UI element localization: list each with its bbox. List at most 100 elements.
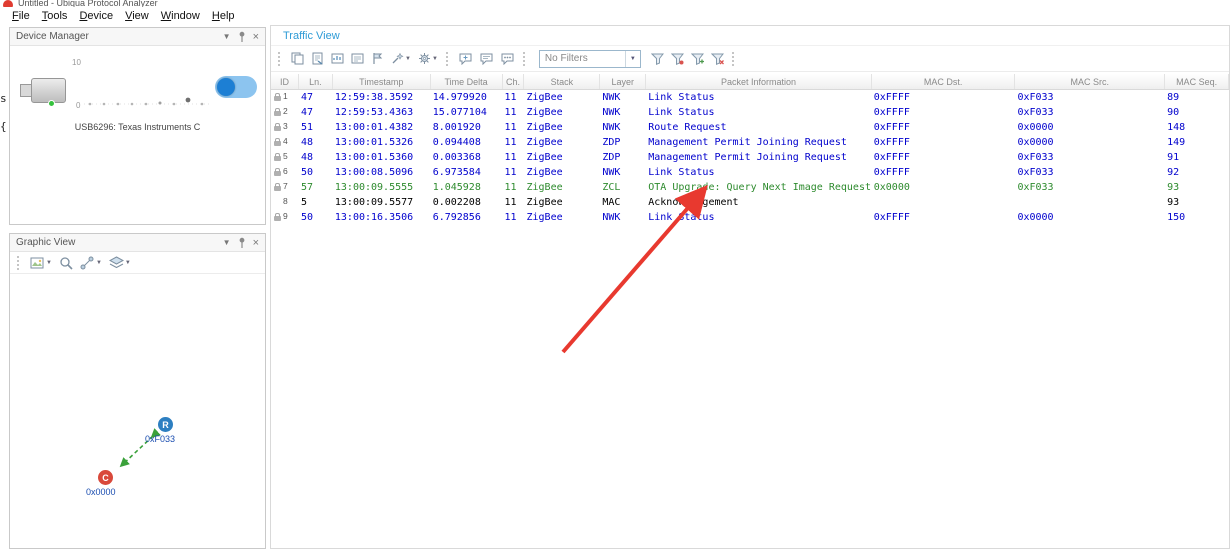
pin-icon[interactable] [238, 237, 246, 248]
cell-mac-dst[interactable]: 0xFFFF [872, 122, 1016, 133]
cell-stack[interactable]: ZigBee [524, 212, 600, 223]
comment-icon[interactable] [478, 52, 496, 66]
topology-icon[interactable]: ▼ [78, 255, 104, 271]
cell-channel[interactable]: 11 [503, 167, 525, 178]
cell-time-delta[interactable]: 15.077104 [431, 107, 503, 118]
cell-mac-src[interactable]: 0xF033 [1015, 167, 1165, 178]
table-row[interactable]: 5 48 13:00:01.5360 0.003368 11 ZigBee ZD… [271, 150, 1229, 165]
cell-timestamp[interactable]: 13:00:09.5555 [333, 182, 431, 193]
menu-help[interactable]: Help [206, 9, 241, 23]
cell-packet-info[interactable]: Management Permit Joining Request [646, 152, 872, 163]
column-header-time-delta[interactable]: Time Delta [431, 74, 503, 89]
cell-layer[interactable]: MAC [600, 197, 646, 208]
apply-filter-icon[interactable] [649, 51, 666, 66]
edit-filters-icon[interactable] [689, 51, 706, 66]
cell-time-delta[interactable]: 1.045928 [431, 182, 503, 193]
cell-channel[interactable]: 11 [503, 107, 525, 118]
table-row[interactable]: 6 50 13:00:08.5096 6.973584 11 ZigBee NW… [271, 165, 1229, 180]
cell-mac-seq[interactable]: 150 [1165, 212, 1229, 223]
clear-filter-icon[interactable] [709, 51, 726, 66]
cell-time-delta[interactable]: 14.979920 [431, 92, 503, 103]
cell-ln[interactable]: 5 [299, 197, 333, 208]
column-header-mac-src[interactable]: MAC Src. [1015, 74, 1166, 89]
cell-stack[interactable]: ZigBee [524, 92, 600, 103]
cell-mac-seq[interactable]: 91 [1165, 152, 1229, 163]
cell-time-delta[interactable]: 8.001920 [431, 122, 503, 133]
quick-filter-icon[interactable] [669, 51, 686, 66]
cell-packet-info[interactable]: Management Permit Joining Request [646, 137, 872, 148]
settings-gear-icon[interactable]: ▼ [416, 51, 440, 66]
cell-mac-seq[interactable]: 148 [1165, 122, 1229, 133]
cell-layer[interactable]: ZCL [600, 182, 646, 193]
cell-layer[interactable]: NWK [600, 92, 646, 103]
decrypt-wand-icon[interactable]: ▼ [389, 51, 413, 66]
cell-layer[interactable]: NWK [600, 107, 646, 118]
toolbar-drag-handle[interactable] [445, 51, 451, 66]
pin-icon[interactable] [238, 31, 246, 42]
cell-timestamp[interactable]: 13:00:08.5096 [333, 167, 431, 178]
cell-channel[interactable]: 11 [503, 122, 525, 133]
column-header-ln[interactable]: Ln. [299, 74, 333, 89]
cell-stack[interactable]: ZigBee [524, 152, 600, 163]
cell-stack[interactable]: ZigBee [524, 107, 600, 118]
toolbar-drag-handle[interactable] [522, 51, 528, 66]
cell-packet-info[interactable]: Link Status [646, 107, 872, 118]
column-header-mac-dst[interactable]: MAC Dst. [872, 74, 1016, 89]
cell-timestamp[interactable]: 13:00:16.3506 [333, 212, 431, 223]
cell-packet-info[interactable]: Route Request [646, 122, 872, 133]
menu-view[interactable]: View [119, 9, 155, 23]
table-row[interactable]: 4 48 13:00:01.5326 0.094408 11 ZigBee ZD… [271, 135, 1229, 150]
cell-channel[interactable]: 11 [503, 92, 525, 103]
device-enable-toggle[interactable] [215, 76, 257, 98]
cell-ln[interactable]: 47 [299, 107, 333, 118]
cell-packet-info[interactable]: Link Status [646, 212, 872, 223]
cell-mac-seq[interactable]: 89 [1165, 92, 1229, 103]
cell-time-delta[interactable]: 0.003368 [431, 152, 503, 163]
column-header-timestamp[interactable]: Timestamp [333, 74, 431, 89]
cell-layer[interactable]: ZDP [600, 152, 646, 163]
cell-mac-dst[interactable]: 0xFFFF [872, 92, 1016, 103]
cell-ln[interactable]: 51 [299, 122, 333, 133]
cell-timestamp[interactable]: 13:00:09.5577 [333, 197, 431, 208]
cell-stack[interactable]: ZigBee [524, 197, 600, 208]
cell-layer[interactable]: NWK [600, 167, 646, 178]
cell-time-delta[interactable]: 6.973584 [431, 167, 503, 178]
column-header-layer[interactable]: Layer [600, 74, 647, 89]
menu-tools[interactable]: Tools [36, 9, 74, 23]
cell-layer[interactable]: ZDP [600, 137, 646, 148]
cell-mac-dst[interactable]: 0x0000 [872, 182, 1016, 193]
cell-mac-src[interactable]: 0xF033 [1015, 152, 1165, 163]
table-row[interactable]: 1 47 12:59:38.3592 14.979920 11 ZigBee N… [271, 90, 1229, 105]
filter-select[interactable]: No Filters ▼ [538, 49, 641, 68]
cell-packet-info[interactable]: Link Status [646, 92, 872, 103]
cell-packet-info[interactable]: OTA Upgrade: Query Next Image Request [646, 182, 872, 193]
table-row[interactable]: 7 57 13:00:09.5555 1.045928 11 ZigBee ZC… [271, 180, 1229, 195]
cell-timestamp[interactable]: 13:00:01.5360 [333, 152, 431, 163]
cell-ln[interactable]: 48 [299, 152, 333, 163]
cell-timestamp[interactable]: 13:00:01.5326 [333, 137, 431, 148]
cell-stack[interactable]: ZigBee [524, 167, 600, 178]
cell-timestamp[interactable]: 13:00:01.4382 [333, 122, 431, 133]
cell-mac-src[interactable]: 0xF033 [1015, 107, 1165, 118]
cell-mac-seq[interactable]: 93 [1165, 197, 1229, 208]
menu-file[interactable]: File [6, 9, 36, 23]
table-row[interactable]: 8 5 13:00:09.5577 0.002208 11 ZigBee MAC… [271, 195, 1229, 210]
cell-time-delta[interactable]: 0.094408 [431, 137, 503, 148]
cell-stack[interactable]: ZigBee [524, 137, 600, 148]
export-image-icon[interactable]: ▼ [28, 255, 54, 271]
cell-mac-seq[interactable]: 92 [1165, 167, 1229, 178]
column-header-mac-seq[interactable]: MAC Seq. [1165, 74, 1230, 89]
menu-device[interactable]: Device [73, 9, 119, 23]
cell-stack[interactable]: ZigBee [524, 122, 600, 133]
cell-ln[interactable]: 50 [299, 212, 333, 223]
toolbar-drag-handle[interactable] [17, 255, 22, 270]
cell-mac-dst[interactable]: 0xFFFF [872, 137, 1016, 148]
report-icon[interactable] [329, 51, 346, 66]
cell-mac-seq[interactable]: 93 [1165, 182, 1229, 193]
column-header-channel[interactable]: Ch. [503, 74, 525, 89]
close-icon[interactable]: × [253, 31, 259, 42]
cell-packet-info[interactable]: Acknowledgement [646, 197, 872, 208]
panel-menu-caret-icon[interactable]: ▼ [223, 32, 231, 42]
router-node[interactable]: R [158, 417, 173, 432]
table-row[interactable]: 3 51 13:00:01.4382 8.001920 11 ZigBee NW… [271, 120, 1229, 135]
